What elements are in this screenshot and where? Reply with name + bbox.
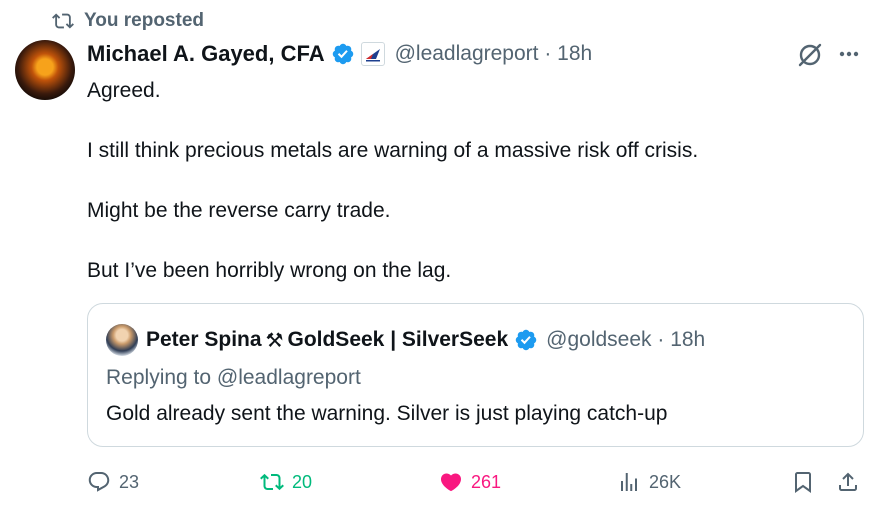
bookmark-button[interactable] [791, 467, 815, 497]
author-avatar[interactable] [15, 40, 75, 100]
share-button[interactable] [836, 467, 860, 497]
views-button[interactable]: 26K [617, 467, 681, 497]
affiliate-badge-icon[interactable] [360, 42, 385, 66]
repost-label: You reposted [84, 10, 204, 31]
tweet-paragraph: Might be the reverse carry trade. [87, 199, 391, 222]
repost-indicator[interactable]: You reposted [52, 9, 204, 33]
tweet-text: Agreed. I still think precious metals ar… [87, 76, 847, 316]
verified-badge-icon [515, 329, 537, 351]
author-name[interactable]: Michael A. Gayed, CFA [87, 41, 325, 67]
grok-icon[interactable] [796, 41, 824, 69]
tweet-header: Michael A. Gayed, CFA @leadlagreport · 1… [87, 40, 592, 68]
replying-to-label: Replying to @leadlagreport [106, 366, 361, 389]
reply-button[interactable]: 23 [87, 467, 139, 497]
views-count: 26K [649, 471, 682, 492]
quoted-tweet[interactable]: Peter Spina ⚒ GoldSeek | SilverSeek @gol… [87, 303, 864, 447]
tweet-action-bar: 23 20 261 26K [87, 467, 864, 497]
hammer-pick-icon: ⚒ [265, 329, 284, 352]
repost-icon [260, 473, 284, 491]
reply-count: 23 [119, 471, 140, 492]
quoted-tweet-text: Gold already sent the warning. Silver is… [106, 402, 668, 425]
analytics-icon [621, 473, 637, 491]
reply-icon [88, 472, 110, 492]
quoted-author-avatar [106, 324, 138, 356]
quoted-author-name: Peter Spina [146, 328, 262, 351]
repost-count: 20 [292, 471, 313, 492]
like-count: 261 [471, 471, 502, 492]
share-icon [839, 472, 857, 491]
heart-icon [440, 473, 462, 492]
repost-button[interactable]: 20 [260, 467, 312, 497]
bookmark-icon [795, 472, 811, 493]
quoted-tweet-header: Peter Spina ⚒ GoldSeek | SilverSeek @gol… [106, 324, 705, 356]
verified-badge-icon [332, 43, 353, 65]
tweet-paragraph: Agreed. [87, 79, 161, 102]
quoted-author-brand: GoldSeek | SilverSeek [287, 328, 509, 351]
tweet-paragraph: I still think precious metals are warnin… [87, 139, 699, 162]
like-button[interactable]: 261 [439, 467, 501, 497]
author-handle-time[interactable]: @leadlagreport · 18h [395, 42, 593, 66]
more-options-icon[interactable] [836, 41, 862, 67]
quoted-author-handle-time: @goldseek · 18h [546, 328, 706, 351]
tweet-paragraph: But I’ve been horribly wrong on the lag. [87, 259, 452, 282]
repost-icon [52, 13, 74, 29]
